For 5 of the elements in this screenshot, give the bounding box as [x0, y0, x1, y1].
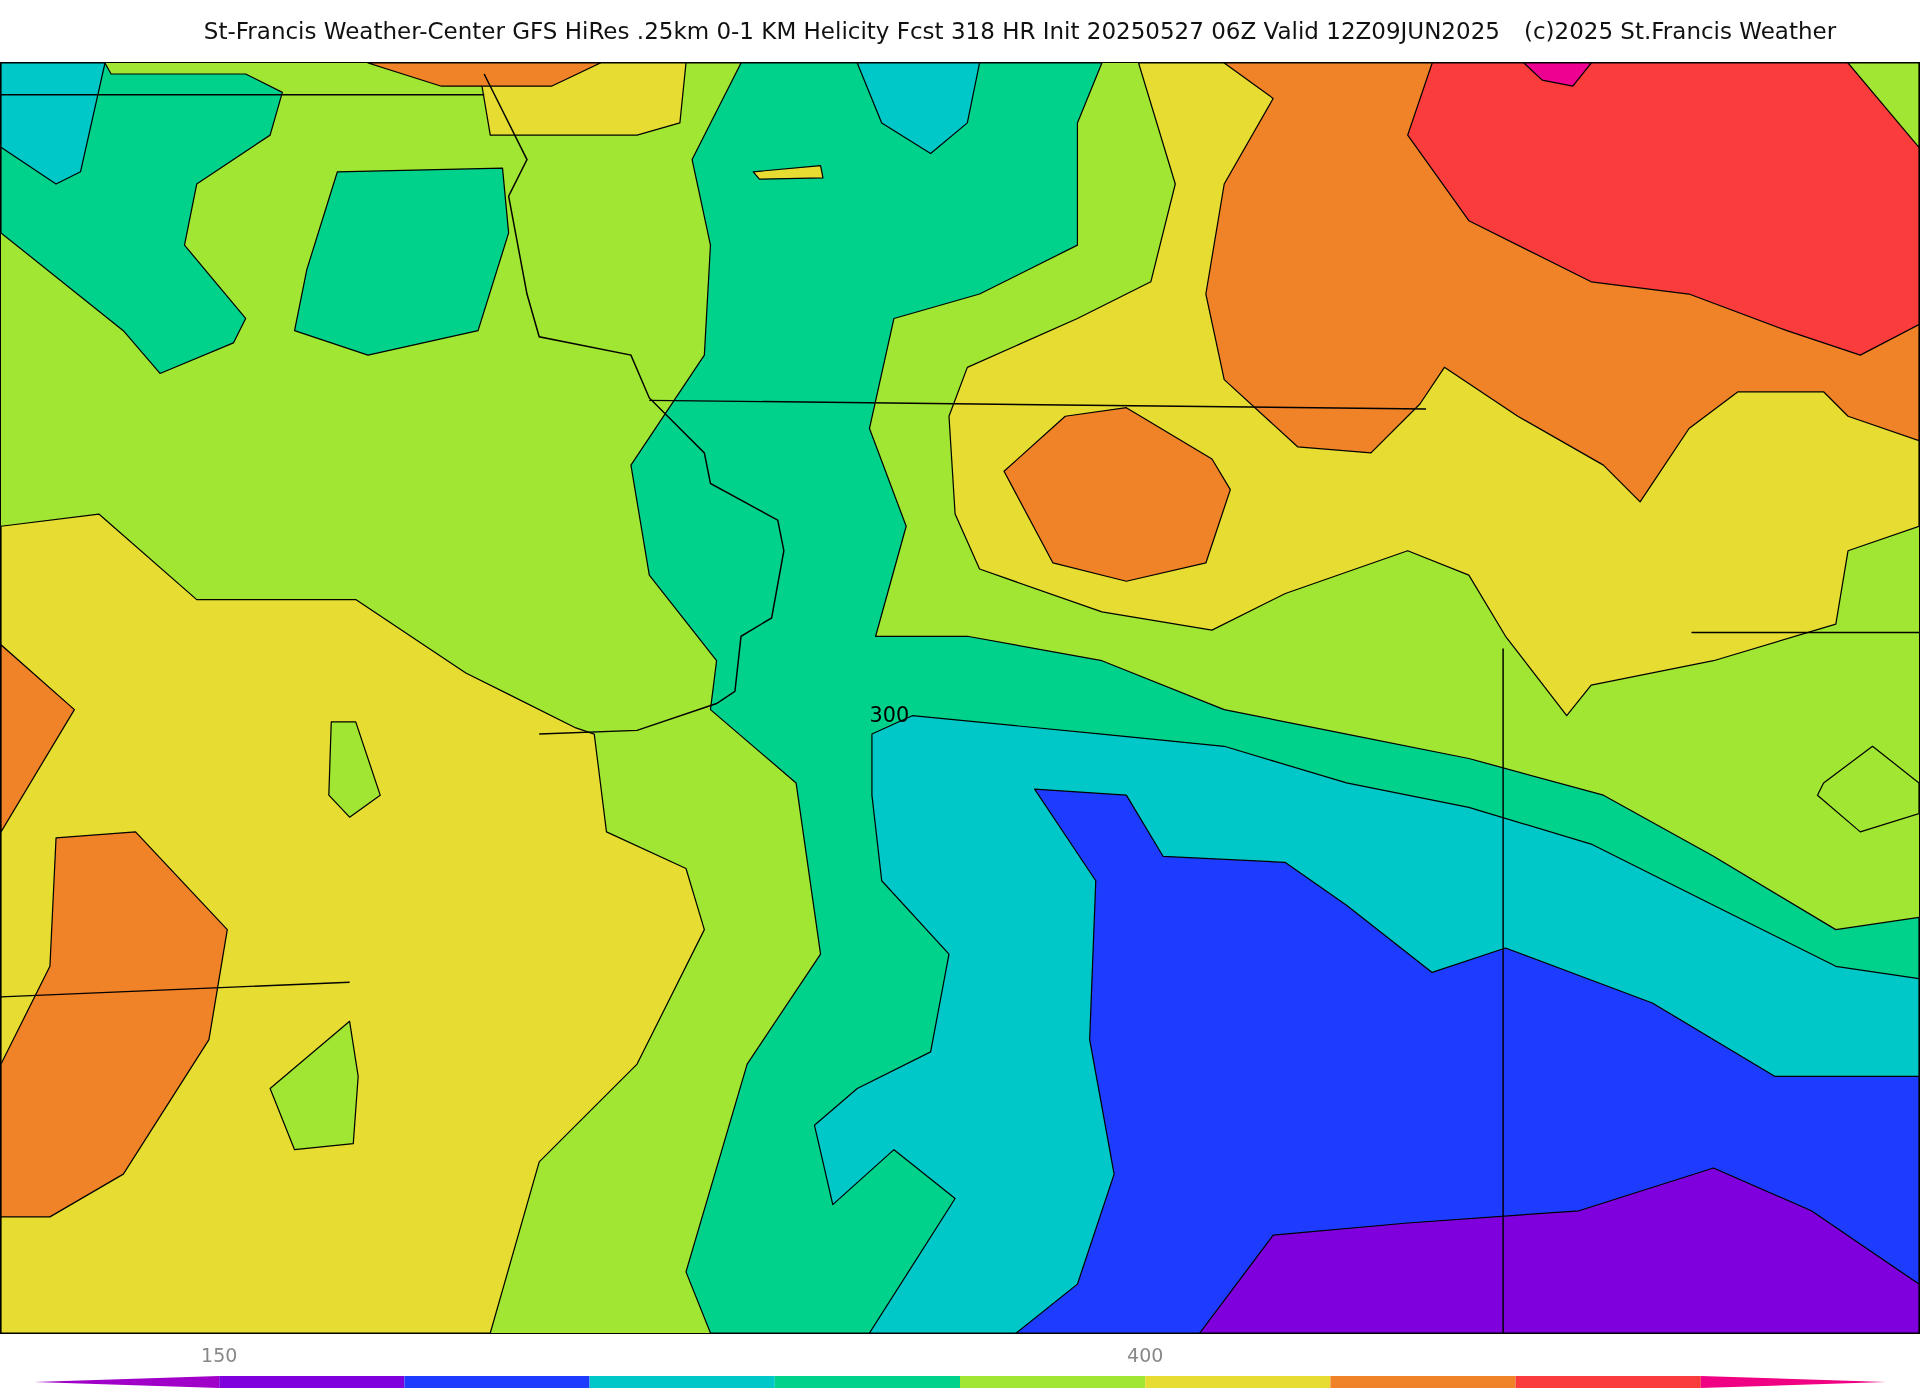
chart-title: St-Francis Weather-Center GFS HiRes .25km 0-1 KM Helicity Fcst 318 HR Init 20250527 06Z Valid 12Z09JUN2025 [203, 18, 1500, 44]
copyright-text: (c)2025 St.Francis Weather [1523, 18, 1837, 44]
colorbar-label: 400 [1127, 1344, 1164, 1366]
contour-label: 300 [869, 702, 910, 727]
colorbar-label: 150 [201, 1344, 238, 1366]
